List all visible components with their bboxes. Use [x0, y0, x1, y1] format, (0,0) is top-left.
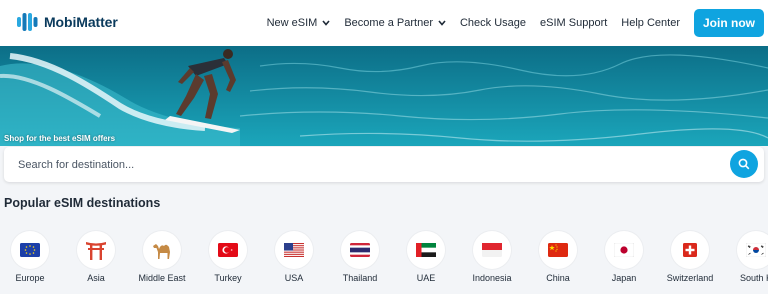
nav-new-esim[interactable]: New eSIM — [267, 17, 331, 29]
destination-icon-circle — [407, 231, 445, 269]
thailand-flag-icon — [350, 243, 370, 257]
main-nav: New eSIM Become a Partner Check Usage eS… — [253, 0, 768, 46]
destination-label: USA — [284, 273, 304, 283]
usa-flag-icon — [284, 243, 304, 257]
destination-icon-circle — [539, 231, 577, 269]
nav-become-partner-label: Become a Partner — [344, 17, 433, 29]
destination-icon-circle — [209, 231, 247, 269]
brand-name: MobiMatter — [44, 14, 118, 30]
nav-help-center[interactable]: Help Center — [621, 17, 680, 29]
hero-tagline: Shop for the best eSIM offers — [4, 134, 116, 143]
destination-icon-circle — [671, 231, 709, 269]
south-korea-flag-icon — [746, 243, 766, 257]
destination-label: UAE — [416, 273, 436, 283]
destination-label: South K — [739, 273, 768, 283]
destination-icon-circle — [473, 231, 511, 269]
japan-flag-icon — [614, 243, 634, 257]
nav-new-esim-label: New eSIM — [266, 17, 318, 29]
search-button[interactable] — [730, 150, 758, 178]
destination-thailand[interactable]: Thailand — [325, 231, 395, 283]
destinations-list: Europe Asia Middle East Turkey USA Thail… — [0, 231, 768, 294]
mobimatter-logo-icon — [17, 13, 38, 31]
destination-asia[interactable]: Asia — [61, 231, 131, 283]
popular-destinations-title: Popular eSIM destinations — [4, 196, 161, 210]
destination-label: Thailand — [342, 273, 378, 283]
destination-europe[interactable]: Europe — [0, 231, 65, 283]
destination-icon-circle — [143, 231, 181, 269]
eu-flag-icon — [20, 243, 40, 257]
destination-label: Switzerland — [666, 273, 714, 283]
indonesia-flag-icon — [482, 243, 502, 257]
surfer-wave-image — [0, 46, 768, 146]
destination-south-korea[interactable]: South K — [721, 231, 768, 283]
destination-icon-circle — [737, 231, 768, 269]
destination-switzerland[interactable]: Switzerland — [655, 231, 725, 283]
destination-label: Japan — [611, 273, 637, 283]
destination-label: Europe — [15, 273, 45, 283]
nav-become-partner[interactable]: Become a Partner — [344, 17, 446, 29]
china-flag-icon — [548, 243, 568, 257]
torii-gate-icon — [86, 242, 106, 260]
camel-icon — [153, 244, 170, 259]
turkey-flag-icon — [218, 243, 238, 257]
destination-turkey[interactable]: Turkey — [193, 231, 263, 283]
chevron-down-icon — [322, 17, 330, 29]
destination-label: Indonesia — [472, 273, 512, 283]
join-now-button[interactable]: Join now — [694, 9, 764, 37]
destination-indonesia[interactable]: Indonesia — [457, 231, 527, 283]
nav-esim-support[interactable]: eSIM Support — [540, 17, 607, 29]
destination-uae[interactable]: UAE — [391, 231, 461, 283]
search-icon — [738, 158, 750, 170]
destination-icon-circle — [11, 231, 49, 269]
switzerland-flag-icon — [683, 243, 697, 257]
nav-check-usage[interactable]: Check Usage — [460, 17, 526, 29]
chevron-down-icon — [438, 17, 446, 29]
uae-flag-icon — [416, 243, 436, 257]
destination-label: Asia — [87, 273, 105, 283]
destination-icon-circle — [275, 231, 313, 269]
destination-label: Turkey — [214, 273, 242, 283]
destination-icon-circle — [605, 231, 643, 269]
destination-japan[interactable]: Japan — [589, 231, 659, 283]
destination-label: Middle East — [138, 273, 186, 283]
destination-icon-circle — [77, 231, 115, 269]
destination-search-input[interactable] — [18, 158, 698, 171]
destination-search-bar — [4, 147, 764, 182]
destination-usa[interactable]: USA — [259, 231, 329, 283]
site-header: MobiMatter New eSIM Become a Partner Che… — [0, 0, 768, 46]
destination-china[interactable]: China — [523, 231, 593, 283]
hero-banner: Shop for the best eSIM offers — [0, 46, 768, 146]
destination-label: China — [546, 273, 570, 283]
destination-middle-east[interactable]: Middle East — [127, 231, 197, 283]
brand-logo[interactable]: MobiMatter — [16, 11, 118, 33]
destination-icon-circle — [341, 231, 379, 269]
